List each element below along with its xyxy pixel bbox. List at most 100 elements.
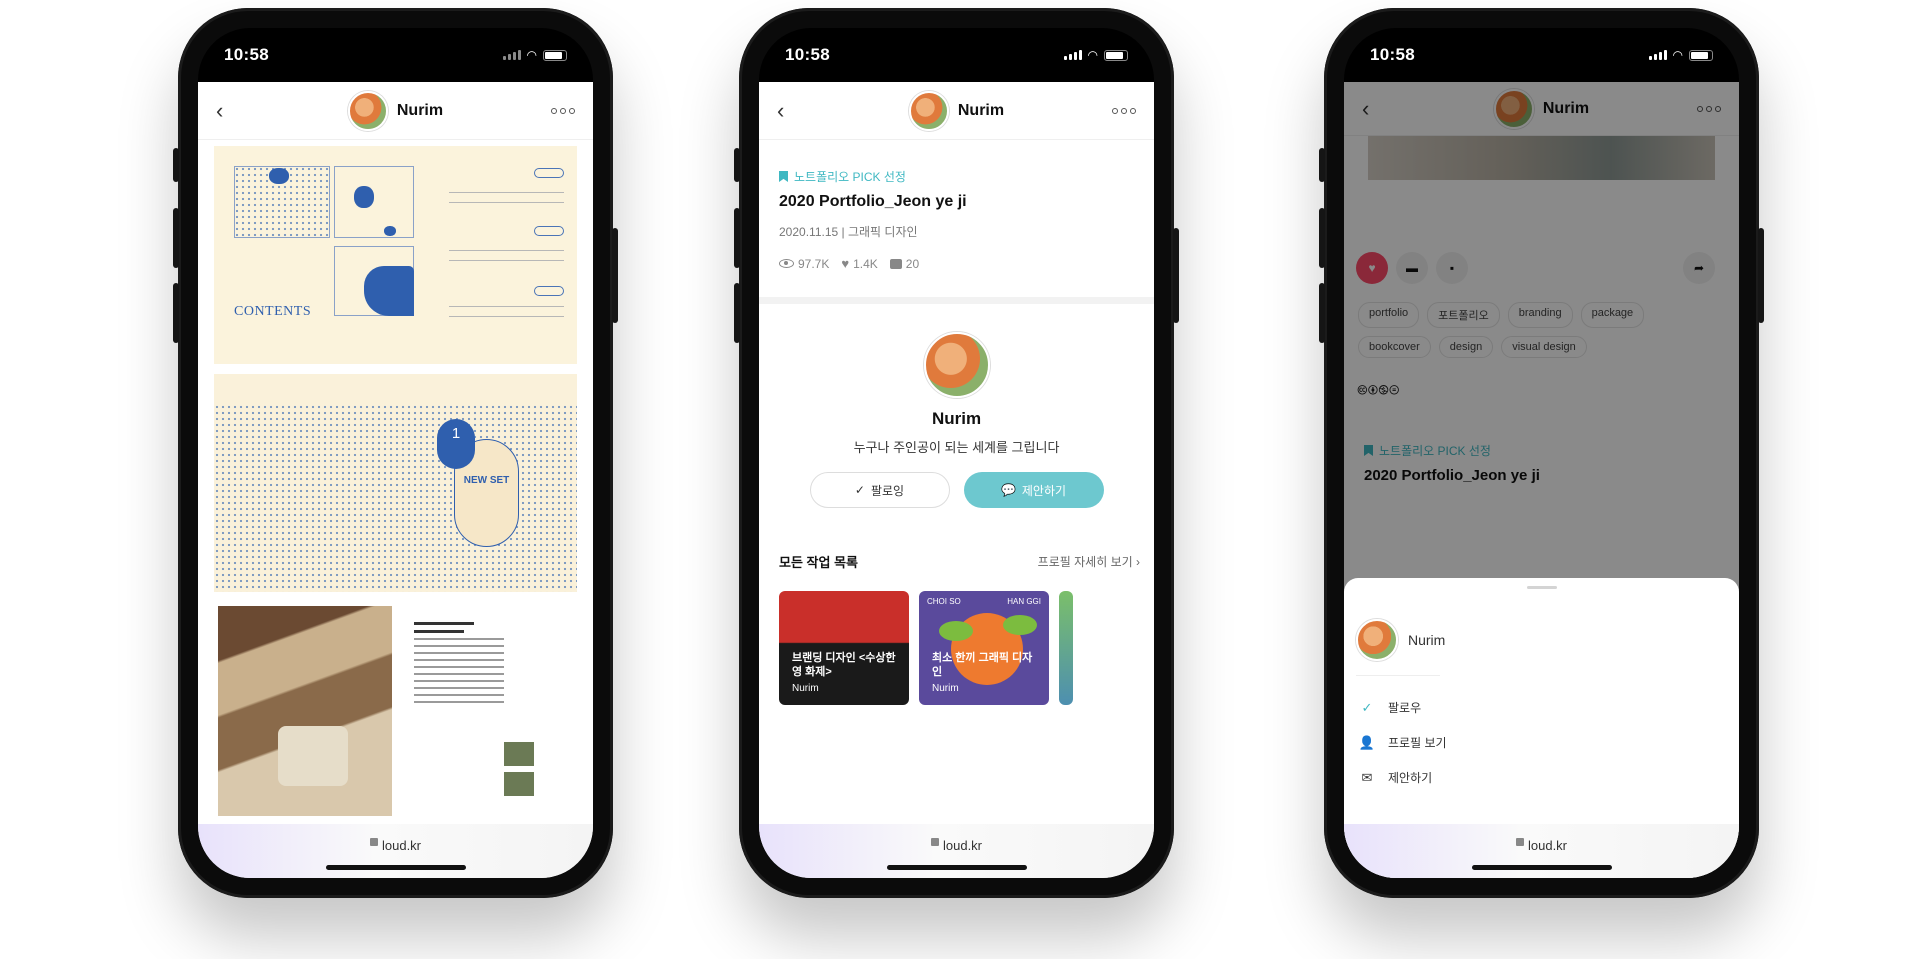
work-author: Nurim [932,683,959,694]
status-icons: ◠ [1648,48,1713,62]
url-text: loud.kr [381,838,422,853]
profile-name: Nurim [931,409,982,428]
nav-username: Nurim [957,101,1005,119]
status-icons: ◠ [502,48,567,62]
lock-icon [930,838,939,846]
comments-count: 20 [905,256,920,271]
contents-title: CONTENTS [234,304,312,319]
post-stats: 97.7K ♥ 1.4K 20 [779,256,1154,271]
heart-icon: ♥ [841,256,850,271]
mail-icon: ✉ [1361,769,1373,785]
suggest-button[interactable]: 💬 제안하기 [963,472,1104,508]
profile-bio: 누구나 주인공이 되는 세계를 그립니다 [853,440,1060,455]
more-icon[interactable] [550,107,575,114]
card-label-right: HAN GGI [1007,597,1041,606]
nav-username: Nurim [396,101,444,119]
page-content: ‹ Nurim CONTENTS NEW SET 1 loud.kr [198,82,593,878]
avatar [347,90,388,131]
sheet-item-label: 팔로우 [1388,701,1422,715]
article-text [414,622,504,708]
phone-3: 10:58 ◠ ‹ Nurim ♥ ▬ ▪ ➦ portfolio 포트폴리오 … [1319,8,1764,898]
sheet-item-label: 제안하기 [1388,771,1433,785]
work-author: Nurim [792,683,819,694]
sheet-username: Nurim [1408,632,1446,648]
back-icon[interactable]: ‹ [216,98,240,124]
sheet-user: Nurim [1356,619,1739,661]
screen: 10:58 ◠ ‹ Nurim 노트폴리오 PICK 선정 2020 Portf… [759,28,1154,878]
likes-count: 1.4K [853,256,878,271]
status-bar: 10:58 ◠ [759,28,1154,82]
signal-icon [502,50,521,60]
profile-section: Nurim 누구나 주인공이 되는 세계를 그립니다 ✓ 팔로잉 💬 제안하기 [759,304,1154,508]
status-time: 10:58 [224,45,269,64]
profile-detail-link[interactable]: 프로필 자세히 보기 › [1038,553,1140,570]
chat-icon: 💬 [1000,483,1016,497]
check-icon: ✓ [854,483,865,497]
artwork-contents-page: CONTENTS [214,146,577,364]
status-time: 10:58 [1370,45,1415,64]
status-bar: 10:58 ◠ [198,28,593,82]
sheet-item-suggest[interactable]: ✉ 제안하기 [1358,760,1739,795]
profile-actions: ✓ 팔로잉 💬 제안하기 [759,472,1154,508]
works-title: 모든 작업 목록 [779,555,858,570]
home-indicator[interactable] [1471,865,1612,870]
nav-bar: ‹ Nurim [759,82,1154,140]
work-title: 최소 한끼 그래픽 디자인 [932,652,1033,678]
interior-photo [218,606,392,816]
sheet-item-label: 프로필 보기 [1388,736,1447,750]
views-count: 97.7K [798,256,830,271]
works-carousel[interactable]: 브랜딩 디자인 <수상한영 화제> Nurim CHOI SO HAN GGI 최… [779,591,1154,705]
wifi-icon: ◠ [526,48,537,62]
post-meta: 2020.11.15 | 그래픽 디자인 [779,225,918,239]
work-card[interactable] [1059,591,1073,705]
sheet-item-profile[interactable]: 👤 프로필 보기 [1358,725,1739,760]
sheet-grabber[interactable] [1526,586,1557,589]
signal-icon [1063,50,1082,60]
back-icon[interactable]: ‹ [777,98,801,124]
comment-icon [889,258,902,269]
nav-user[interactable]: Nurim [908,90,1005,131]
battery-icon [543,49,567,61]
following-button[interactable]: ✓ 팔로잉 [809,472,950,508]
signal-icon [1648,50,1667,60]
url-text: loud.kr [942,838,983,853]
home-indicator[interactable] [325,865,466,870]
profile-avatar[interactable] [923,332,990,398]
artwork-interior-spread [214,602,577,822]
status-icons: ◠ [1063,48,1128,62]
wifi-icon: ◠ [1087,48,1098,62]
profile-icon: 👤 [1358,734,1376,750]
sheet-item-follow[interactable]: ✓ 팔로우 [1358,690,1739,725]
pick-label: 노트폴리오 PICK 선정 [779,168,1154,185]
nav-user[interactable]: Nurim [347,90,444,131]
battery-icon [1104,49,1128,61]
phone-2: 10:58 ◠ ‹ Nurim 노트폴리오 PICK 선정 2020 Portf… [734,8,1179,898]
action-sheet: Nurim ✓ 팔로우 👤 프로필 보기 ✉ 제안하기 loud.kr [1344,578,1739,878]
post-title: 2020 Portfolio_Jeon ye ji [779,193,967,210]
page-content: ‹ Nurim ♥ ▬ ▪ ➦ portfolio 포트폴리오 branding… [1344,82,1739,878]
home-indicator[interactable] [886,865,1027,870]
chapter-badge: 1 [437,419,475,469]
url-text: loud.kr [1527,838,1568,853]
lock-icon [369,838,378,846]
nav-bar: ‹ Nurim [198,82,593,140]
avatar [908,90,949,131]
work-card[interactable]: CHOI SO HAN GGI 최소 한끼 그래픽 디자인 Nurim [919,591,1049,705]
article-thumbs [504,742,534,802]
divider [759,297,1154,304]
screen: 10:58 ◠ ‹ Nurim [1344,28,1739,878]
screen: 10:58 ◠ ‹ Nurim [198,28,593,878]
page-content: ‹ Nurim 노트폴리오 PICK 선정 2020 Portfolio_Jeo… [759,82,1154,878]
status-bar: 10:58 ◠ [1344,28,1739,82]
check-icon: ✓ [1361,699,1373,715]
battery-icon [1689,49,1713,61]
lock-icon [1515,838,1524,846]
works-header: 모든 작업 목록 프로필 자세히 보기 › [779,552,1140,571]
more-icon[interactable] [1111,107,1136,114]
status-time: 10:58 [785,45,830,64]
phone-1: 10:58 ◠ ‹ Nurim CONTENTS NEW SET 1 loud.… [173,8,618,898]
card-label-left: CHOI SO [927,597,961,606]
artwork-new-set: NEW SET 1 [214,374,577,592]
mockup-stage: 10:58 ◠ ‹ Nurim CONTENTS NEW SET 1 loud.… [0,0,1913,959]
work-card[interactable]: 브랜딩 디자인 <수상한영 화제> Nurim [779,591,909,705]
